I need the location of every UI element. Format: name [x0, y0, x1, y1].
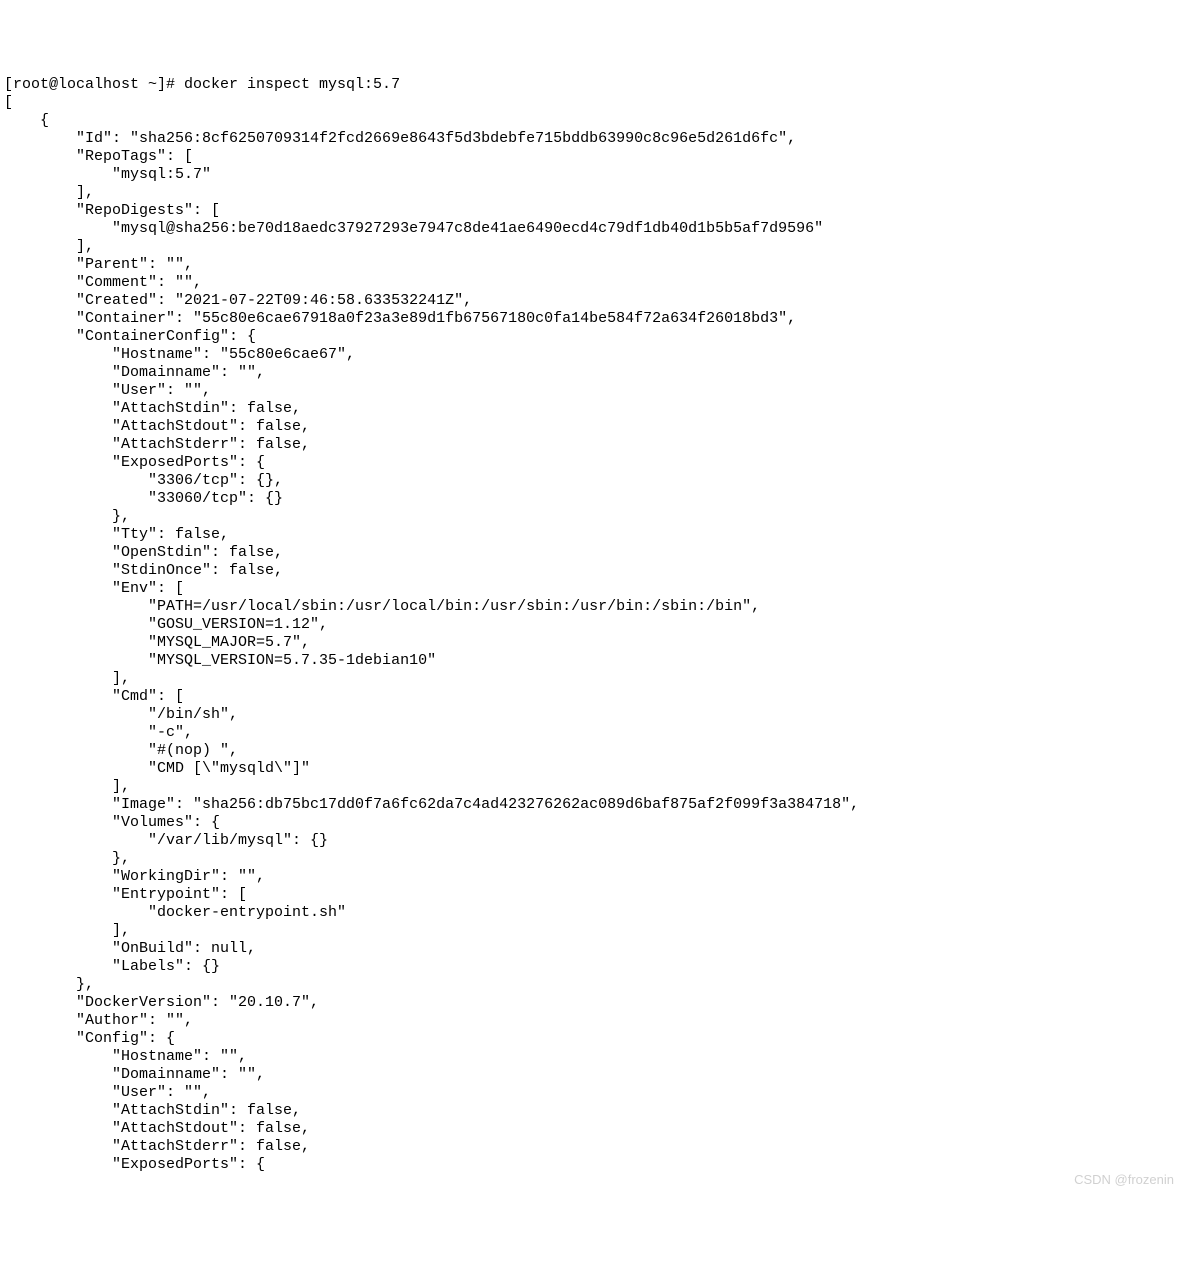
json-repodigests-open: "RepoDigests": [ — [4, 202, 220, 219]
json-cc-cmd-2: "#(nop) ", — [4, 742, 238, 759]
json-cc-stdinonce: "StdinOnce": false, — [4, 562, 283, 579]
json-cc-env-close: ], — [4, 670, 130, 687]
json-cc-env-0: "PATH=/usr/local/sbin:/usr/local/bin:/us… — [4, 598, 760, 615]
json-cc-openstdin: "OpenStdin": false, — [4, 544, 283, 561]
json-containerconfig-open: "ContainerConfig": { — [4, 328, 256, 345]
json-cc-volumes-close: }, — [4, 850, 130, 867]
json-repotags-open: "RepoTags": [ — [4, 148, 193, 165]
json-parent: "Parent": "", — [4, 256, 193, 273]
json-cc-exposedports-close: }, — [4, 508, 130, 525]
json-cc-entrypoint-close: ], — [4, 922, 130, 939]
json-config-exposedports-open: "ExposedPorts": { — [4, 1156, 265, 1173]
json-id: "Id": "sha256:8cf6250709314f2fcd2669e864… — [4, 130, 796, 147]
json-config-user: "User": "", — [4, 1084, 211, 1101]
json-cc-volumes-0: "/var/lib/mysql": {} — [4, 832, 328, 849]
json-containerconfig-close: }, — [4, 976, 94, 993]
json-cc-cmd-0: "/bin/sh", — [4, 706, 238, 723]
json-cc-entrypoint-open: "Entrypoint": [ — [4, 886, 247, 903]
json-cc-exposedports-3306: "3306/tcp": {}, — [4, 472, 283, 489]
json-cc-cmd-open: "Cmd": [ — [4, 688, 184, 705]
json-cc-env-open: "Env": [ — [4, 580, 184, 597]
json-cc-attachstdout: "AttachStdout": false, — [4, 418, 310, 435]
json-cc-attachstdin: "AttachStdin": false, — [4, 400, 301, 417]
json-dockerversion: "DockerVersion": "20.10.7", — [4, 994, 319, 1011]
json-repodigests-close: ], — [4, 238, 94, 255]
json-comment: "Comment": "", — [4, 274, 202, 291]
json-cc-onbuild: "OnBuild": null, — [4, 940, 256, 957]
json-cc-exposedports-33060: "33060/tcp": {} — [4, 490, 283, 507]
json-author: "Author": "", — [4, 1012, 193, 1029]
json-cc-user: "User": "", — [4, 382, 211, 399]
json-config-open: "Config": { — [4, 1030, 175, 1047]
json-cc-hostname: "Hostname": "55c80e6cae67", — [4, 346, 355, 363]
json-config-hostname: "Hostname": "", — [4, 1048, 247, 1065]
json-cc-env-3: "MYSQL_VERSION=5.7.35-1debian10" — [4, 652, 436, 669]
json-cc-image: "Image": "sha256:db75bc17dd0f7a6fc62da7c… — [4, 796, 859, 813]
json-cc-exposedports-open: "ExposedPorts": { — [4, 454, 265, 471]
json-repotags-close: ], — [4, 184, 94, 201]
json-container: "Container": "55c80e6cae67918a0f23a3e89d… — [4, 310, 796, 327]
json-cc-cmd-3: "CMD [\"mysqld\"]" — [4, 760, 310, 777]
json-cc-attachstderr: "AttachStderr": false, — [4, 436, 310, 453]
terminal-prompt-line: [root@localhost ~]# docker inspect mysql… — [4, 76, 400, 93]
json-cc-env-2: "MYSQL_MAJOR=5.7", — [4, 634, 310, 651]
json-cc-env-1: "GOSU_VERSION=1.12", — [4, 616, 328, 633]
json-item-open: { — [4, 112, 49, 129]
json-open-bracket: [ — [4, 94, 13, 111]
json-config-domainname: "Domainname": "", — [4, 1066, 265, 1083]
json-config-attachstdout: "AttachStdout": false, — [4, 1120, 310, 1137]
json-cc-tty: "Tty": false, — [4, 526, 229, 543]
json-config-attachstderr: "AttachStderr": false, — [4, 1138, 310, 1155]
json-repodigests-0: "mysql@sha256:be70d18aedc37927293e7947c8… — [4, 220, 823, 237]
watermark-text: CSDN @frozenin — [1074, 1171, 1174, 1189]
json-cc-cmd-1: "-c", — [4, 724, 193, 741]
json-cc-entrypoint-0: "docker-entrypoint.sh" — [4, 904, 346, 921]
json-cc-cmd-close: ], — [4, 778, 130, 795]
json-created: "Created": "2021-07-22T09:46:58.63353224… — [4, 292, 472, 309]
json-repotags-0: "mysql:5.7" — [4, 166, 211, 183]
json-cc-workingdir: "WorkingDir": "", — [4, 868, 265, 885]
json-cc-domainname: "Domainname": "", — [4, 364, 265, 381]
json-config-attachstdin: "AttachStdin": false, — [4, 1102, 301, 1119]
json-cc-volumes-open: "Volumes": { — [4, 814, 220, 831]
json-cc-labels: "Labels": {} — [4, 958, 220, 975]
